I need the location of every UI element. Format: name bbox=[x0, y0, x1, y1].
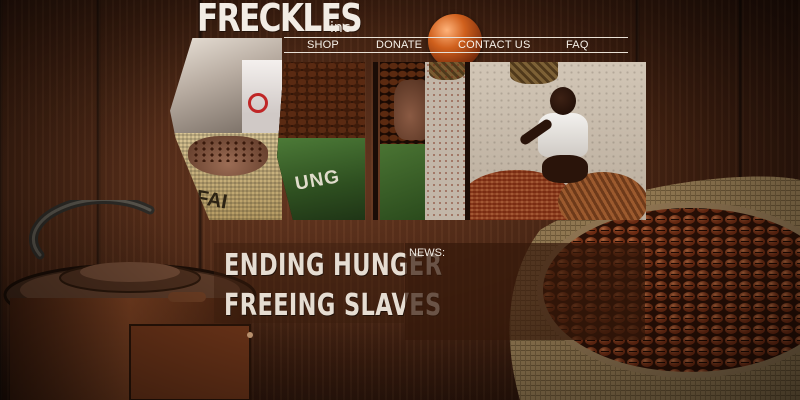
child-figure bbox=[518, 87, 598, 187]
nav-contact-link[interactable]: CONTACT US bbox=[458, 39, 531, 51]
main-nav: SHOP DONATE CONTACT US FAQ bbox=[284, 37, 628, 53]
logo-suffix: inc bbox=[330, 20, 351, 36]
nav-donate-link[interactable]: DONATE bbox=[376, 39, 422, 51]
collage-photo-beans-sack: UNG bbox=[277, 62, 365, 220]
collage-photo-child-sorting-beans bbox=[470, 62, 646, 220]
nav-shop-link[interactable]: SHOP bbox=[307, 39, 339, 51]
nav-top-rule bbox=[284, 37, 628, 38]
news-panel: NEWS: bbox=[405, 243, 645, 340]
photo-collage: FAI UNG bbox=[170, 38, 646, 220]
collage-photo-hands-beans: FAI bbox=[170, 38, 282, 220]
nav-bottom-rule bbox=[284, 52, 628, 53]
collage-photo-ground bbox=[425, 62, 465, 220]
nav-faq-link[interactable]: FAQ bbox=[566, 39, 589, 51]
sack-stamp-text: FAI bbox=[194, 186, 229, 214]
logo[interactable]: FRECKLES inc bbox=[197, 0, 397, 38]
collage-photo-hand-beans bbox=[380, 62, 430, 220]
news-label: NEWS: bbox=[409, 247, 446, 259]
